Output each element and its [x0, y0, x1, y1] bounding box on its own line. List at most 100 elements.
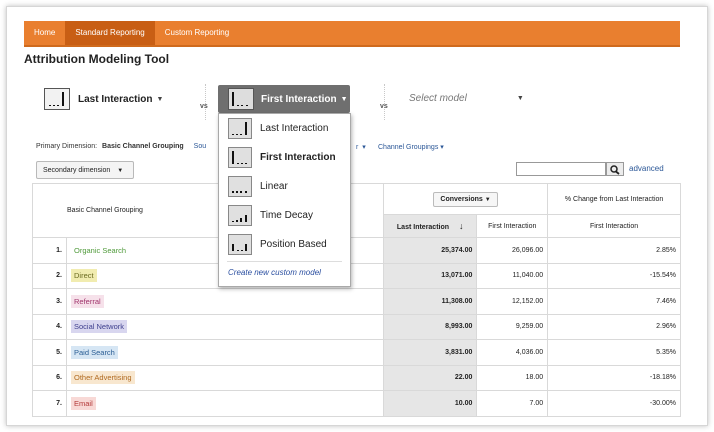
tab-standard-reporting[interactable]: Standard Reporting [65, 21, 155, 45]
model-select-last-interaction[interactable]: Last Interaction ▼ [44, 88, 163, 110]
create-custom-model-link[interactable]: Create new custom model [228, 268, 350, 277]
row-index: 1. [32, 237, 67, 264]
primary-dimension-other-link[interactable]: r [356, 144, 358, 151]
last-interaction-value: 25,374.00 [382, 237, 478, 264]
dropdown-item-label: Time Decay [260, 210, 313, 221]
dropdown-item-last-interaction[interactable]: Last Interaction [219, 114, 350, 143]
row-index: 6. [32, 364, 67, 391]
secondary-dimension-button[interactable]: Secondary dimension ▼ [36, 161, 134, 179]
search-button[interactable] [606, 162, 624, 176]
table-row: 1. Organic Search 25,374.00 26,096.00 2.85% [32, 237, 681, 264]
tab-home[interactable]: Home [24, 21, 65, 45]
first-interaction-value: 4,036.00 [476, 339, 549, 366]
channel-cell: Paid Search [66, 339, 384, 366]
channel-groupings: Channel Groupings ▾ [378, 143, 444, 151]
sort-down-arrow-icon: ↓ [458, 221, 464, 231]
dropdown-item-position-based[interactable]: Position Based [219, 230, 350, 259]
primary-dimension-label: Primary Dimension: [36, 143, 98, 150]
channel-tag[interactable]: Paid Search [71, 345, 118, 359]
model-select-label: Last Interaction [78, 93, 153, 105]
time-decay-model-icon [228, 205, 252, 226]
primary-dimension-partial: r ▾ [356, 143, 366, 151]
row-index: 4. [32, 313, 67, 340]
search-icon [610, 165, 620, 175]
first-interaction-column-header[interactable]: First Interaction [476, 214, 549, 238]
dropdown-item-label: Linear [260, 181, 288, 192]
first-interaction-value: 26,096.00 [476, 237, 549, 264]
primary-dimension-source-link[interactable]: Sou [194, 143, 206, 150]
channel-cell: Email [66, 390, 384, 417]
model-select-empty[interactable]: Select model ▼ [409, 93, 524, 104]
search-input[interactable] [516, 162, 606, 176]
row-index: 5. [32, 339, 67, 366]
channel-tag[interactable]: Other Advertising [71, 371, 135, 385]
chevron-down-icon: ▾ [362, 144, 366, 151]
dropdown-item-first-interaction[interactable]: First Interaction [219, 143, 350, 172]
primary-dimension-value: Basic Channel Grouping [102, 143, 184, 150]
chevron-down-icon: ▼ [117, 168, 124, 174]
change-value: 2.96% [547, 313, 681, 340]
table-row: 5. Paid Search 3,831.00 4,036.00 5.35% [32, 339, 681, 366]
last-interaction-value: 13,071.00 [382, 262, 478, 289]
change-value: -30.00% [547, 390, 681, 417]
linear-model-icon [228, 176, 252, 197]
table-row: 3. Referral 11,308.00 12,152.00 7.46% [32, 288, 681, 315]
last-interaction-value: 11,308.00 [382, 288, 478, 315]
conversions-button[interactable]: Conversions ▼ [433, 191, 498, 207]
last-interaction-model-icon [228, 118, 252, 139]
first-interaction-value: 9,259.00 [476, 313, 549, 340]
change-value: 5.35% [547, 339, 681, 366]
divider [384, 84, 385, 120]
change-value: 2.85% [547, 237, 681, 264]
table-row: 4. Social Network 8,993.00 9,259.00 2.96% [32, 313, 681, 340]
tab-custom-reporting[interactable]: Custom Reporting [155, 21, 239, 45]
last-interaction-model-icon [44, 88, 70, 110]
row-index: 3. [32, 288, 67, 315]
table-row: 2. Direct 13,071.00 11,040.00 -15.54% [32, 262, 681, 289]
table-row: 7. Email 10.00 7.00 -30.00% [32, 390, 681, 417]
table-row: 6. Other Advertising 22.00 18.00 -18.18% [32, 364, 681, 391]
first-interaction-value: 11,040.00 [476, 262, 549, 289]
last-interaction-value: 8,993.00 [382, 313, 478, 340]
divider [205, 84, 206, 120]
channel-groupings-link[interactable]: Channel Groupings [378, 144, 438, 151]
vs-label: vs [380, 103, 388, 110]
channel-tag[interactable]: Direct [71, 269, 97, 283]
model-select-first-interaction[interactable]: First Interaction ▼ [218, 85, 350, 113]
first-interaction-value: 12,152.00 [476, 288, 549, 315]
channel-cell: Other Advertising [66, 364, 384, 391]
dropdown-item-label: First Interaction [260, 152, 336, 163]
chevron-down-icon: ▼ [484, 196, 491, 203]
conversions-label: Conversions [440, 195, 483, 203]
model-dropdown-menu: Last Interaction First Interaction Linea… [218, 113, 351, 287]
chevron-down-icon: ▼ [340, 95, 348, 103]
vs-label: vs [200, 103, 208, 110]
first-interaction-model-icon [228, 147, 252, 168]
change-value: -15.54% [547, 262, 681, 289]
primary-dimension-bar: Primary Dimension: Basic Channel Groupin… [36, 143, 206, 150]
change-value: 7.46% [547, 288, 681, 315]
last-interaction-value: 22.00 [382, 364, 478, 391]
conversions-header: Conversions ▼ [382, 183, 549, 215]
chevron-down-icon: ▼ [156, 95, 164, 103]
secondary-dimension-label: Secondary dimension [43, 167, 111, 174]
first-interaction-value: 18.00 [476, 364, 549, 391]
channel-tag[interactable]: Email [71, 396, 96, 410]
advanced-link[interactable]: advanced [629, 164, 664, 173]
channel-tag[interactable]: Social Network [71, 320, 128, 334]
model-select-label: First Interaction [261, 93, 337, 105]
chevron-down-icon: ▾ [440, 144, 444, 151]
change-value: -18.18% [547, 364, 681, 391]
first-interaction-model-icon [228, 88, 254, 110]
position-based-model-icon [228, 234, 252, 255]
channel-tag[interactable]: Referral [71, 294, 104, 308]
dropdown-item-label: Position Based [260, 239, 327, 250]
dropdown-separator [227, 261, 342, 262]
data-table: Basic Channel Grouping Conversions ▼ % C… [32, 183, 681, 417]
last-interaction-column-header[interactable]: Last Interaction ↓ [382, 214, 478, 238]
channel-tag[interactable]: Organic Search [71, 244, 129, 257]
change-first-interaction-column-header[interactable]: First Interaction [547, 214, 681, 238]
first-interaction-value: 7.00 [476, 390, 549, 417]
dropdown-item-linear[interactable]: Linear [219, 172, 350, 201]
dropdown-item-time-decay[interactable]: Time Decay [219, 201, 350, 230]
